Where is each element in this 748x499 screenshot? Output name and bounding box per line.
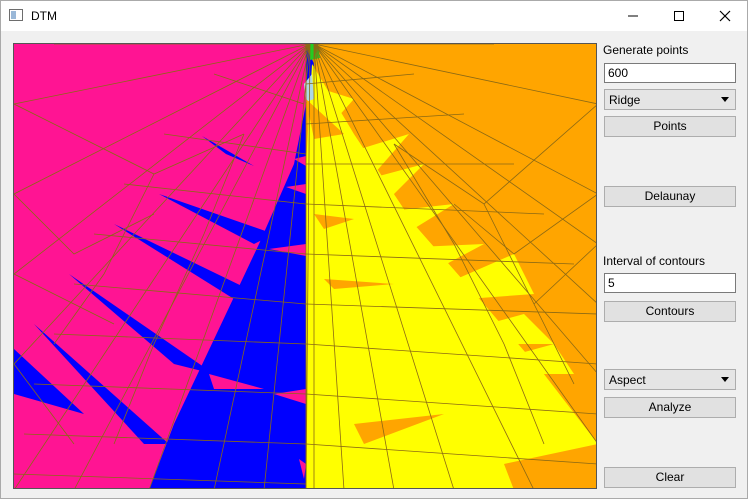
chevron-down-icon <box>721 97 729 102</box>
close-button[interactable] <box>702 1 748 31</box>
shape-select[interactable]: Ridge <box>604 89 736 110</box>
app-window: DTM Generate points 600 Ridge Points Del… <box>0 0 748 499</box>
clear-button[interactable]: Clear <box>604 467 736 488</box>
minimize-icon <box>628 15 638 17</box>
maximize-button[interactable] <box>656 1 702 31</box>
close-icon <box>719 10 731 22</box>
contours-button[interactable]: Contours <box>604 301 736 322</box>
points-button[interactable]: Points <box>604 116 736 137</box>
maximize-icon <box>674 11 684 21</box>
chevron-down-icon <box>721 377 729 382</box>
interval-input[interactable]: 5 <box>604 273 736 293</box>
terrain-canvas[interactable] <box>13 43 597 489</box>
points-count-input[interactable]: 600 <box>604 63 736 83</box>
analysis-select[interactable]: Aspect <box>604 369 736 390</box>
aspect-map <box>14 44 596 488</box>
title-bar: DTM <box>1 1 747 31</box>
app-window-icon <box>9 9 23 21</box>
analysis-select-value: Aspect <box>609 373 646 387</box>
window-title: DTM <box>31 9 57 23</box>
delaunay-button[interactable]: Delaunay <box>604 186 736 207</box>
generate-points-label: Generate points <box>603 43 689 57</box>
interval-label: Interval of contours <box>603 254 706 268</box>
analyze-button[interactable]: Analyze <box>604 397 736 418</box>
shape-select-value: Ridge <box>609 93 641 107</box>
minimize-button[interactable] <box>610 1 656 31</box>
